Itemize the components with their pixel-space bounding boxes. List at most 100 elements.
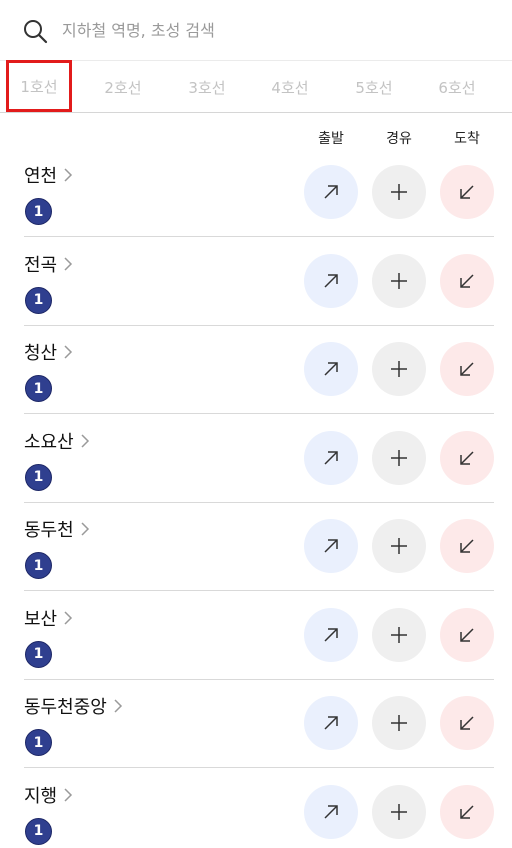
station-link[interactable]: 동두천 xyxy=(24,516,90,542)
arrow-down-left-icon xyxy=(460,539,474,553)
depart-button[interactable] xyxy=(304,342,358,396)
arrive-column-header: 도착 xyxy=(454,131,480,147)
depart-button[interactable] xyxy=(304,696,358,750)
via-button[interactable] xyxy=(372,165,426,219)
tab-line-3[interactable]: 3호선 xyxy=(174,61,240,113)
station-link[interactable]: 보산 xyxy=(24,605,73,631)
via-column-header: 경유 xyxy=(386,131,412,147)
station-row: 전곡 1 xyxy=(24,237,494,326)
arrow-down-left-icon xyxy=(460,273,474,288)
station-name: 전곡 xyxy=(24,254,58,276)
station-name: 보산 xyxy=(24,608,58,630)
chevron-right-icon xyxy=(81,522,89,536)
via-button[interactable] xyxy=(372,784,426,839)
line-badge: 1 xyxy=(25,463,52,491)
chevron-right-icon xyxy=(114,699,122,713)
plus-icon xyxy=(391,184,407,200)
tab-line-2[interactable]: 2호선 xyxy=(90,61,156,113)
arrow-up-right-icon xyxy=(324,804,338,819)
via-button[interactable] xyxy=(372,607,426,662)
chevron-right-icon xyxy=(81,433,89,448)
station-name: 연천 xyxy=(24,166,58,187)
station-name: 동두천중앙 xyxy=(24,697,107,718)
column-headers: 출발 경유 도착 xyxy=(0,128,512,148)
station-link[interactable]: 청산 xyxy=(24,339,73,365)
via-button[interactable] xyxy=(372,430,426,485)
depart-button[interactable] xyxy=(304,165,358,219)
station-name: 소요산 xyxy=(24,431,74,453)
chevron-right-icon xyxy=(64,787,73,802)
line-badge: 1 xyxy=(25,375,52,402)
line-badge: 1 xyxy=(25,729,52,756)
tab-line-4[interactable]: 4호선 xyxy=(257,61,323,113)
station-name: 청산 xyxy=(24,343,58,364)
line-badge: 1 xyxy=(25,817,52,845)
depart-button[interactable] xyxy=(304,253,358,308)
via-button[interactable] xyxy=(372,253,426,308)
arrow-up-right-icon xyxy=(324,273,338,288)
plus-icon xyxy=(391,272,407,289)
arrow-down-left-icon xyxy=(460,450,474,465)
plus-icon xyxy=(391,715,407,731)
depart-button[interactable] xyxy=(304,519,358,573)
plus-icon xyxy=(391,361,407,377)
tab-line-5[interactable]: 5호선 xyxy=(341,61,407,113)
line-badge: 1 xyxy=(25,552,52,579)
search-icon[interactable] xyxy=(22,18,48,44)
arrow-up-right-icon xyxy=(324,716,338,730)
arrow-up-right-icon xyxy=(324,185,338,199)
search-bar xyxy=(0,0,512,60)
arrive-button[interactable] xyxy=(440,253,494,308)
arrive-button[interactable] xyxy=(440,342,494,396)
arrive-button[interactable] xyxy=(440,430,494,485)
arrow-up-right-icon xyxy=(324,627,338,642)
line-badge: 1 xyxy=(25,640,52,668)
station-link[interactable]: 동두천중앙 xyxy=(24,693,123,719)
arrow-up-right-icon xyxy=(324,539,338,553)
depart-button[interactable] xyxy=(304,784,358,839)
arrow-down-left-icon xyxy=(460,804,474,819)
station-link[interactable]: 소요산 xyxy=(24,428,90,454)
arrive-button[interactable] xyxy=(440,519,494,573)
arrive-button[interactable] xyxy=(440,696,494,750)
arrow-up-right-icon xyxy=(324,450,338,465)
chevron-right-icon xyxy=(64,345,73,359)
via-button[interactable] xyxy=(372,696,426,750)
chevron-right-icon xyxy=(64,610,73,625)
plus-icon xyxy=(391,626,407,643)
station-row: 소요산 1 xyxy=(24,414,494,503)
arrive-button[interactable] xyxy=(440,165,494,219)
chevron-right-icon xyxy=(64,256,73,271)
depart-button[interactable] xyxy=(304,607,358,662)
line-badge: 1 xyxy=(25,286,52,314)
station-row: 지행 1 xyxy=(24,768,494,848)
arrow-up-right-icon xyxy=(324,362,338,376)
plus-icon xyxy=(391,449,407,466)
station-link[interactable]: 전곡 xyxy=(24,251,73,277)
depart-column-header: 출발 xyxy=(318,131,344,147)
tab-line-6[interactable]: 6호선 xyxy=(424,61,490,113)
arrow-down-left-icon xyxy=(460,362,474,376)
arrive-button[interactable] xyxy=(440,784,494,839)
station-row: 동두천 1 xyxy=(24,502,494,591)
plus-icon xyxy=(391,803,407,820)
station-row: 보산 1 xyxy=(24,591,494,680)
plus-icon xyxy=(391,538,407,554)
station-link[interactable]: 지행 xyxy=(24,782,73,808)
depart-button[interactable] xyxy=(304,430,358,485)
station-row: 청산 1 xyxy=(24,325,494,414)
station-row: 동두천중앙 1 xyxy=(24,679,494,768)
arrow-down-left-icon xyxy=(460,627,474,642)
arrive-button[interactable] xyxy=(440,607,494,662)
arrow-down-left-icon xyxy=(460,716,474,730)
via-button[interactable] xyxy=(372,342,426,396)
station-name: 지행 xyxy=(24,785,58,807)
tab-line-1[interactable]: 1호선 xyxy=(6,60,72,112)
station-row: 연천 1 xyxy=(24,148,494,237)
chevron-right-icon xyxy=(64,168,73,182)
search-input[interactable] xyxy=(62,16,482,44)
station-link[interactable]: 연천 xyxy=(24,162,73,188)
arrow-down-left-icon xyxy=(460,185,474,199)
via-button[interactable] xyxy=(372,519,426,573)
line-tabs: 1호선 2호선 3호선 4호선 5호선 6호선 xyxy=(0,60,512,113)
